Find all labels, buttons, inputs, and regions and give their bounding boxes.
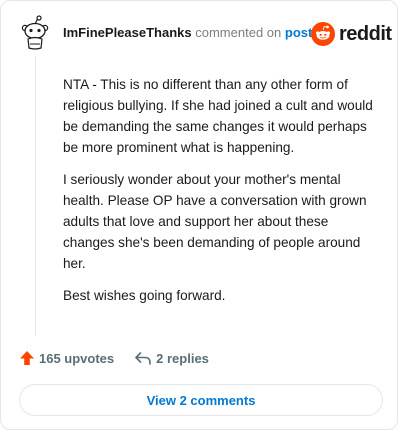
comment-card: ImFinePleaseThanks commented on post red… — [0, 0, 398, 430]
replies-button[interactable]: 2 replies — [134, 350, 209, 366]
upvote-button[interactable]: 165 upvotes — [19, 350, 114, 366]
upvote-count: 165 upvotes — [39, 350, 115, 366]
comment-actions: 165 upvotes 2 replies — [19, 350, 209, 366]
comment-header: ImFinePleaseThanks commented on post — [63, 25, 312, 41]
view-comments-button[interactable]: View 2 comments — [19, 384, 383, 416]
comment-paragraph: I seriously wonder about your mother's m… — [63, 172, 367, 271]
upvote-arrow-icon — [20, 351, 34, 365]
comment-paragraph: Best wishes going forward. — [63, 288, 226, 303]
reply-arrow-icon — [135, 352, 151, 365]
replies-count: 2 replies — [156, 350, 209, 366]
post-link[interactable]: post — [285, 25, 312, 40]
comment-verb: commented on — [195, 25, 282, 40]
reddit-wordmark: reddit — [339, 22, 392, 45]
snoo-avatar-icon — [21, 15, 49, 50]
reddit-snoo-icon — [311, 22, 335, 46]
reddit-logo[interactable]: reddit — [311, 21, 392, 47]
comment-body: NTA - This is no different than any othe… — [63, 74, 375, 317]
avatar[interactable] — [17, 15, 53, 51]
thread-line — [35, 56, 36, 336]
comment-paragraph: NTA - This is no different than any othe… — [63, 77, 373, 155]
author-username[interactable]: ImFinePleaseThanks — [63, 25, 192, 40]
